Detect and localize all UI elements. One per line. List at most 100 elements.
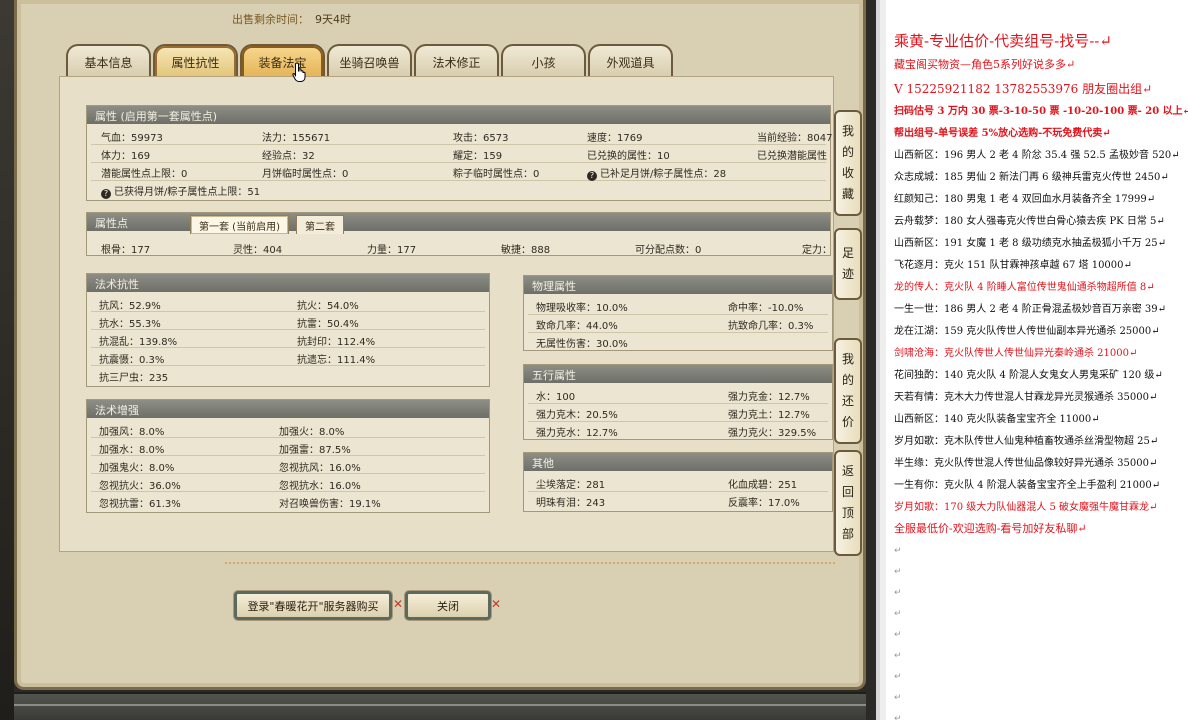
window-bottom-bar	[14, 692, 866, 720]
tab-appearance[interactable]: 外观道具	[588, 44, 673, 78]
sale-remaining-time: 出售剩余时间： 9天4时	[232, 11, 351, 27]
other-cell: 尘埃落定：281	[536, 480, 606, 491]
points-cell: 力量：177	[367, 245, 417, 256]
footprints-button[interactable]: 足迹	[834, 228, 862, 300]
tab-children[interactable]: 小孩	[501, 44, 586, 78]
my-favorites-button[interactable]: 我的收藏	[834, 110, 862, 216]
wuxing-cell: 强力克土：12.7%	[728, 410, 810, 421]
boost-cell: 加强鬼火：8.0%	[99, 463, 175, 474]
tab-mounts-pets[interactable]: 坐骑召唤兽	[327, 44, 412, 78]
desktop-edge	[0, 0, 14, 720]
other-box: 其他 尘埃落定：281 化血成碧：251 明珠有泪：243 反震率：17.0%	[523, 452, 833, 512]
document-line: 天若有情：克木大力传世混人甘霖龙异光灵猴通杀 35000↵	[894, 392, 1158, 403]
login-buy-button[interactable]: 登录"春暖花开"服务器购买	[234, 591, 392, 620]
attr-cell: 月饼临时属性点：0	[262, 169, 349, 180]
document-line: 山西新区：191 女魔 1 老 8 级功绩克水抽孟极狐小千万 25↵	[894, 238, 1166, 249]
document-line: 龙的传人：克火队 4 阶睡人富位传世鬼仙通杀物超所值 8↵	[894, 282, 1155, 293]
document-line: 岁月如歌：克木队传世人仙鬼种植畜牧通杀丝滑型物超 25↵	[894, 436, 1159, 447]
spell-boost-header: 法术增强	[87, 400, 489, 418]
boost-cell: 加强火：8.0%	[279, 427, 345, 438]
document-line: 全服最低价-欢迎选购-看号加好友私聊↵	[894, 522, 1087, 535]
wuxing-header: 五行属性	[524, 365, 832, 383]
document-line: 扫码估号 3 万内 30 票-3-10-50 票 -10-20-100 票- 2…	[894, 106, 1188, 117]
document-margin	[880, 0, 886, 720]
document-line: 一生一世：186 男人 2 老 4 阶正骨混孟极妙音百万亲密 39↵	[894, 304, 1166, 315]
paragraph-mark: ↵	[894, 672, 902, 682]
wuxing-cell: 强力克木：20.5%	[536, 410, 618, 421]
subtab-first-set[interactable]: 第一套 (当前启用)	[190, 215, 289, 234]
boost-cell: 忽视抗雷：61.3%	[99, 499, 181, 510]
document-line: 山西新区：140 克火队装备宝宝齐全 11000↵	[894, 414, 1100, 425]
attributes-box: 属性 (启用第一套属性点) 气血：59973 法力：155671 攻击：6573…	[86, 105, 833, 201]
boost-cell: 对召唤兽伤害：19.1%	[279, 499, 381, 510]
my-bargain-button[interactable]: 我的还价	[834, 338, 862, 444]
spell-resist-box: 法术抗性 抗风：52.9% 抗火：54.0% 抗水：55.3% 抗雷：50.4%…	[86, 273, 490, 387]
close-mark-icon: ✕	[491, 597, 502, 611]
spell-boost-box: 法术增强 加强风：8.0% 加强火：8.0% 加强水：8.0% 加强雷：87.5…	[86, 399, 490, 513]
other-cell: 化血成碧：251	[728, 480, 798, 491]
tab-basic-info[interactable]: 基本信息	[66, 44, 151, 78]
spell-resist-header: 法术抗性	[87, 274, 489, 292]
points-cell: 定力：	[802, 245, 832, 256]
document-line: 红颜知己：180 男鬼 1 老 4 双回血水月装备齐全 17999↵	[894, 194, 1156, 205]
physical-cell: 命中率：-10.0%	[728, 303, 804, 314]
other-cell: 明珠有泪：243	[536, 498, 606, 509]
wuxing-cell: 强力克水：12.7%	[536, 428, 618, 439]
other-cell: 反震率：17.0%	[728, 498, 800, 509]
resist-cell: 抗雷：50.4%	[297, 319, 359, 330]
document-line: 云舟载梦：180 女人强毒克火传世白骨心猿去疾 PK 日常 5↵	[894, 216, 1165, 227]
physical-header: 物理属性	[524, 276, 832, 294]
attr-cell: 已兑换的属性：10	[587, 151, 670, 162]
word-document: 乘黄-专业估价-代卖组号-找号--↵ 藏宝阁买物资—角色5系列好说多多↵ V 152…	[876, 0, 1188, 720]
document-line: 龙在江湖：159 克火队传世人传世仙副本异光通杀 25000↵	[894, 326, 1160, 337]
resist-cell: 抗三尸虫：235	[99, 373, 169, 384]
attr-note: ? 已获得月饼/粽子属性点上限：51	[101, 183, 260, 199]
subtab-second-set[interactable]: 第二套	[296, 215, 344, 234]
back-to-top-button[interactable]: 返回顶部	[834, 450, 862, 556]
physical-cell: 抗致命几率：0.3%	[728, 321, 814, 332]
boost-cell: 加强水：8.0%	[99, 445, 165, 456]
divider	[225, 562, 835, 564]
attr-cell: 当前经验：8047	[757, 133, 833, 144]
wuxing-cell: 强力克金：12.7%	[728, 392, 810, 403]
boost-cell: 忽视抗水：16.0%	[279, 481, 361, 492]
paragraph-mark: ↵	[894, 588, 902, 598]
paragraph-mark: ↵	[894, 546, 902, 556]
help-icon[interactable]: ?	[587, 171, 597, 181]
help-icon[interactable]: ?	[101, 189, 111, 199]
boost-cell: 忽视抗火：36.0%	[99, 481, 181, 492]
points-cell: 可分配点数：0	[635, 245, 702, 256]
document-line: 岁月如歌：170 级大力队仙器混人 5 破女魔强牛魔甘霖龙↵	[894, 502, 1158, 513]
attr-cell: 攻击：6573	[453, 133, 509, 144]
document-line: 帮出组号-单号误差 5%放心选购-不玩免费代卖↵	[894, 128, 1111, 139]
resist-cell: 抗遗忘：111.4%	[297, 355, 376, 366]
attr-cell: 速度：1769	[587, 133, 643, 144]
physical-cell: 致命几率：44.0%	[536, 321, 618, 332]
attr-cell: 法力：155671	[262, 133, 331, 144]
close-button[interactable]: 关闭	[405, 591, 491, 620]
document-line: 飞花逐月：克火 151 队甘霖神孩卓越 67 塔 10000↵	[894, 260, 1132, 271]
document-line: 乘黄-专业估价-代卖组号-找号--↵	[894, 32, 1112, 50]
boost-cell: 忽视抗风：16.0%	[279, 463, 361, 474]
tab-spell-correction[interactable]: 法术修正	[414, 44, 499, 78]
tab-bar: 基本信息 属性抗性 装备法宝 坐骑召唤兽 法术修正 小孩 外观道具	[66, 44, 673, 78]
points-cell: 灵性：404	[233, 245, 283, 256]
attr-cell: 气血：59973	[101, 133, 163, 144]
sale-time-label: 出售剩余时间：	[232, 13, 309, 26]
attr-cell: 已兑换潜能属性	[757, 151, 827, 162]
tab-equipment[interactable]: 装备法宝	[240, 44, 325, 78]
hand-cursor-icon	[292, 62, 306, 82]
tab-attributes[interactable]: 属性抗性	[153, 44, 238, 78]
close-mark-icon: ✕	[393, 597, 404, 611]
attr-cell: 耀定：159	[453, 151, 503, 162]
physical-cell: 物理吸收率：10.0%	[536, 303, 628, 314]
paragraph-mark: ↵	[894, 567, 902, 577]
attributes-header: 属性 (启用第一套属性点)	[87, 106, 830, 124]
paragraph-mark: ↵	[894, 693, 902, 703]
document-line: 藏宝阁买物资—角色5系列好说多多↵	[894, 58, 1076, 71]
wuxing-cell: 水：100	[536, 392, 576, 403]
resist-cell: 抗水：55.3%	[99, 319, 161, 330]
attr-cell: 经验点：32	[262, 151, 315, 162]
wuxing-cell: 强力克火：329.5%	[728, 428, 817, 439]
attr-cell: 潜能属性点上限：0	[101, 169, 188, 180]
